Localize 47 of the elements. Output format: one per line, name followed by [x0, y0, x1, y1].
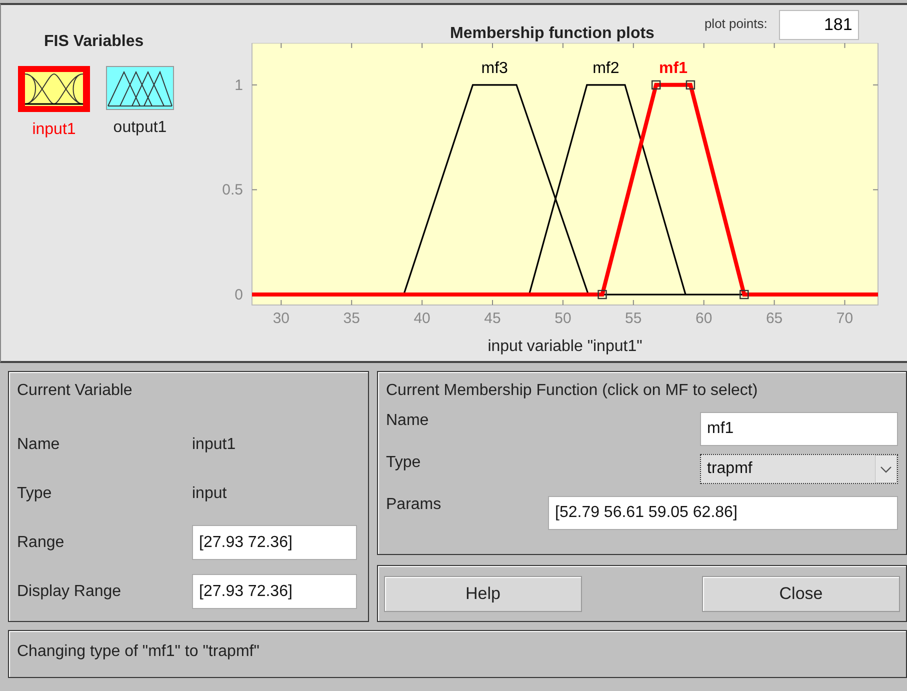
- x-tick-label: 60: [696, 310, 712, 327]
- name-field[interactable]: mf1: [700, 412, 898, 446]
- caret-icon: [875, 455, 897, 483]
- field-label: Name: [17, 436, 61, 454]
- panel-title: Current Variable: [17, 382, 134, 400]
- x-tick-label: 50: [554, 310, 572, 327]
- handle-icon[interactable]: [740, 290, 749, 300]
- handle-icon[interactable]: [598, 290, 607, 300]
- status-text: Changing type of "mf1" to "trapmf": [17, 643, 260, 660]
- membership-curve[interactable]: [402, 84, 590, 295]
- plot-points-label: plot points:: [704, 16, 768, 31]
- field-label: Type: [386, 454, 422, 472]
- x-tick-label: 55: [625, 310, 642, 327]
- handle-icon[interactable]: [686, 80, 696, 90]
- x-tick-label: 30: [272, 310, 290, 327]
- plot-title: Membership function plots: [450, 25, 654, 43]
- x-tick-label: 45: [484, 310, 501, 327]
- field-value: input: [192, 484, 227, 502]
- plot-points-field[interactable]: 181: [779, 10, 860, 40]
- x-tick-label: 65: [766, 310, 783, 327]
- variable-item[interactable]: output1: [106, 66, 174, 139]
- x-tick-label: 40: [414, 310, 430, 327]
- panel-title: FIS Variables: [44, 33, 145, 51]
- field-value: input1: [192, 436, 236, 454]
- field-label: Type: [17, 484, 53, 502]
- y-tick-label: 1: [234, 76, 243, 94]
- curve-label: mf3: [481, 60, 508, 77]
- input-field[interactable]: [27.93 72.36]: [192, 574, 357, 609]
- dialog-button[interactable]: Help: [384, 576, 582, 612]
- x-axis-label: input variable "input1": [488, 338, 642, 355]
- field-label: Range: [17, 534, 66, 552]
- y-tick-label: 0: [234, 286, 243, 304]
- x-tick-label: 35: [343, 310, 360, 327]
- field-label: Name: [386, 412, 430, 430]
- input-field[interactable]: [27.93 72.36]: [192, 525, 357, 560]
- type-dropdown[interactable]: trapmf: [700, 454, 898, 484]
- curve-label: mf1: [659, 60, 688, 77]
- handle-icon[interactable]: [652, 80, 661, 90]
- x-tick-label: 70: [836, 310, 854, 327]
- field-label: Display Range: [17, 582, 122, 600]
- panel-title: Current Membership Function (click on MF to select): [386, 382, 759, 400]
- membership-curve[interactable]: [528, 84, 686, 295]
- field-label: Params: [386, 496, 442, 514]
- params-field[interactable]: [52.79 56.61 59.05 62.86]: [548, 496, 898, 530]
- dialog-button[interactable]: Close: [702, 576, 900, 612]
- y-tick-label: 0.5: [222, 182, 243, 199]
- curve-label: mf2: [592, 60, 620, 77]
